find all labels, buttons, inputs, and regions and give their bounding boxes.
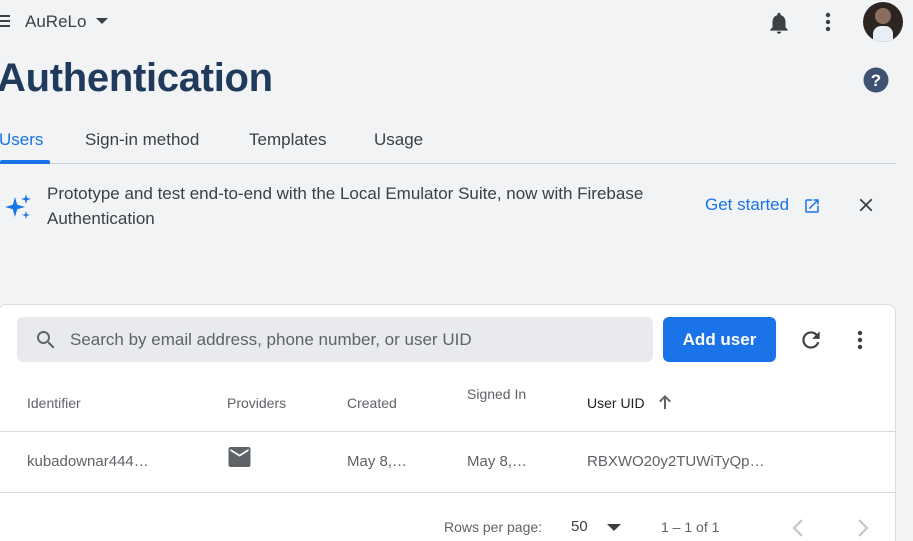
add-user-button[interactable]: Add user — [663, 317, 776, 362]
avatar[interactable] — [863, 2, 903, 42]
more-vert-icon[interactable] — [818, 10, 838, 34]
column-header-signed-in[interactable]: Signed In — [467, 386, 527, 403]
tab-templates[interactable]: Templates — [249, 130, 326, 150]
menu-icon[interactable] — [0, 13, 12, 29]
top-bar: AuReLo — [0, 0, 913, 46]
row-divider — [0, 431, 896, 432]
more-vert-icon[interactable] — [850, 328, 870, 352]
dropdown-caret-icon[interactable] — [607, 523, 621, 531]
refresh-icon[interactable] — [798, 327, 824, 353]
close-icon[interactable] — [855, 194, 877, 216]
email-icon — [228, 447, 251, 467]
rows-per-page-select[interactable]: 50 — [571, 518, 588, 535]
cell-signed-in: May 8,… — [467, 453, 528, 470]
tab-sign-in-method[interactable]: Sign-in method — [85, 130, 199, 150]
page-title: Authentication — [0, 56, 273, 100]
dropdown-caret-icon[interactable] — [96, 17, 108, 25]
svg-text:?: ? — [871, 71, 881, 90]
help-icon[interactable]: ? — [863, 67, 889, 93]
cell-user-uid: RBXWO20y2TUWiTyQp… — [587, 453, 765, 470]
tab-bar: Users Sign-in method Templates Usage — [0, 118, 896, 164]
pagination-range: 1 – 1 of 1 — [661, 519, 720, 535]
tab-usage[interactable]: Usage — [374, 130, 423, 150]
row-divider — [0, 492, 896, 493]
active-tab-indicator — [0, 160, 50, 164]
search-input[interactable] — [70, 326, 640, 354]
sort-ascending-icon[interactable] — [657, 393, 673, 411]
column-header-providers[interactable]: Providers — [227, 395, 286, 411]
tab-users[interactable]: Users — [0, 130, 43, 150]
cell-created: May 8,… — [347, 453, 408, 470]
search-icon — [37, 331, 55, 349]
chevron-left-icon[interactable] — [789, 517, 807, 539]
column-header-identifier[interactable]: Identifier — [27, 395, 81, 411]
get-started-link[interactable]: Get started — [705, 195, 789, 215]
column-header-user-uid[interactable]: User UID — [587, 395, 645, 411]
avatar-shirt — [873, 26, 893, 42]
project-name[interactable]: AuReLo — [25, 12, 86, 32]
cell-identifier: kubadownar444… — [27, 453, 149, 470]
chevron-right-icon[interactable] — [854, 517, 872, 539]
notifications-bell-icon[interactable] — [766, 9, 792, 37]
column-header-created[interactable]: Created — [347, 395, 397, 411]
open-in-new-icon[interactable] — [803, 197, 821, 215]
banner-message: Prototype and test end-to-end with the L… — [47, 184, 644, 228]
sparkle-icon — [5, 194, 31, 219]
rows-per-page-label: Rows per page: — [444, 519, 543, 535]
